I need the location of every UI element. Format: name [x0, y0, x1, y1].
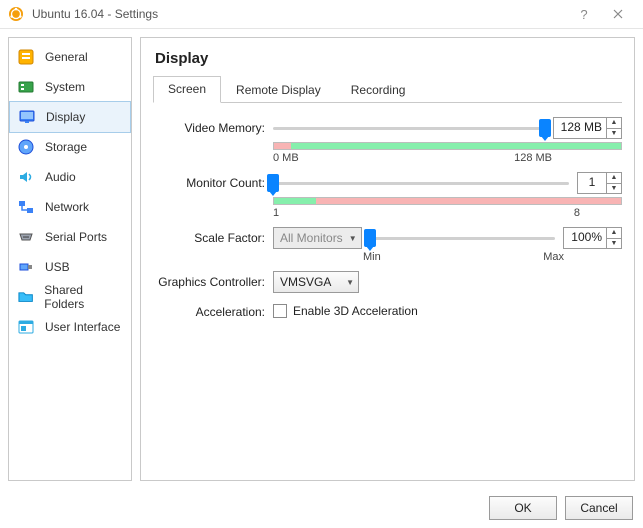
sidebar-item-shared-folders[interactable]: Shared Folders — [9, 282, 131, 312]
user-interface-icon — [17, 318, 35, 336]
app-icon — [8, 6, 24, 22]
graphics-controller-label: Graphics Controller: — [153, 271, 273, 289]
sidebar-item-label: Serial Ports — [45, 230, 107, 244]
sidebar-item-label: USB — [45, 260, 70, 274]
video-memory-max: 128 MB — [514, 152, 552, 164]
spin-up-icon[interactable]: ▲ — [607, 228, 621, 239]
video-memory-value: 128 MB — [554, 118, 606, 138]
spin-up-icon[interactable]: ▲ — [607, 173, 621, 184]
serial-ports-icon — [17, 228, 35, 246]
window-title: Ubuntu 16.04 - Settings — [32, 7, 567, 21]
sidebar-item-display[interactable]: Display — [9, 101, 131, 133]
monitor-count-label: Monitor Count: — [153, 172, 273, 190]
tab-recording[interactable]: Recording — [336, 77, 421, 103]
sidebar-item-serial-ports[interactable]: Serial Ports — [9, 222, 131, 252]
monitor-count-slider[interactable] — [273, 174, 569, 192]
storage-icon — [17, 138, 35, 156]
monitor-count-range-bar — [273, 197, 622, 205]
shared-folders-icon — [17, 288, 34, 306]
spin-down-icon[interactable]: ▼ — [607, 129, 621, 139]
spin-up-icon[interactable]: ▲ — [607, 118, 621, 129]
scale-factor-monitor-dropdown[interactable]: All Monitors ▼ — [273, 227, 362, 249]
scale-factor-slider[interactable] — [370, 229, 555, 247]
sidebar-item-audio[interactable]: Audio — [9, 162, 131, 192]
sidebar: General System Display Storage Audio Net… — [8, 37, 132, 481]
checkbox-label: Enable 3D Acceleration — [293, 304, 418, 318]
monitor-count-max: 8 — [574, 207, 580, 219]
sidebar-item-label: Shared Folders — [44, 283, 123, 311]
main-panel: Display Screen Remote Display Recording … — [140, 37, 635, 481]
monitor-count-spinbox[interactable]: 1 ▲▼ — [577, 172, 622, 194]
close-button[interactable] — [601, 0, 635, 28]
system-icon — [17, 78, 35, 96]
scale-factor-max: Max — [543, 251, 564, 263]
tab-label: Screen — [168, 82, 206, 96]
page-title: Display — [153, 46, 622, 75]
video-memory-min: 0 MB — [273, 152, 299, 164]
tab-screen[interactable]: Screen — [153, 76, 221, 103]
sidebar-item-usb[interactable]: USB — [9, 252, 131, 282]
enable-3d-acceleration-checkbox[interactable]: Enable 3D Acceleration — [273, 301, 622, 318]
monitor-count-min: 1 — [273, 207, 279, 219]
sidebar-item-label: Network — [45, 200, 89, 214]
sidebar-item-label: User Interface — [45, 320, 120, 334]
graphics-controller-dropdown[interactable]: VMSVGA ▼ — [273, 271, 359, 293]
cancel-button[interactable]: Cancel — [565, 496, 633, 520]
sidebar-item-label: Audio — [45, 170, 76, 184]
sidebar-item-system[interactable]: System — [9, 72, 131, 102]
spin-down-icon[interactable]: ▼ — [607, 184, 621, 194]
tabs: Screen Remote Display Recording — [153, 75, 622, 103]
checkbox-box — [273, 304, 287, 318]
spin-down-icon[interactable]: ▼ — [607, 239, 621, 249]
sidebar-item-label: System — [45, 80, 85, 94]
chevron-down-icon: ▼ — [349, 234, 357, 243]
sidebar-item-label: Display — [46, 110, 85, 124]
usb-icon — [17, 258, 35, 276]
scale-factor-label: Scale Factor: — [153, 227, 273, 245]
sidebar-item-user-interface[interactable]: User Interface — [9, 312, 131, 342]
audio-icon — [17, 168, 35, 186]
display-icon — [18, 108, 36, 126]
video-memory-label: Video Memory: — [153, 117, 273, 135]
dropdown-value: VMSVGA — [280, 275, 331, 289]
sidebar-item-general[interactable]: General — [9, 42, 131, 72]
video-memory-slider[interactable] — [273, 119, 545, 137]
dialog-footer: OK Cancel — [489, 496, 633, 520]
sidebar-item-network[interactable]: Network — [9, 192, 131, 222]
network-icon — [17, 198, 35, 216]
acceleration-label: Acceleration: — [153, 301, 273, 319]
tab-label: Recording — [351, 83, 406, 97]
ok-button[interactable]: OK — [489, 496, 557, 520]
video-memory-spinbox[interactable]: 128 MB ▲▼ — [553, 117, 622, 139]
titlebar: Ubuntu 16.04 - Settings ? — [0, 0, 643, 29]
sidebar-item-label: Storage — [45, 140, 87, 154]
chevron-down-icon: ▼ — [346, 278, 354, 287]
sidebar-item-storage[interactable]: Storage — [9, 132, 131, 162]
general-icon — [17, 48, 35, 66]
dropdown-value: All Monitors — [280, 231, 343, 245]
sidebar-item-label: General — [45, 50, 88, 64]
monitor-count-value: 1 — [578, 173, 606, 193]
scale-factor-min: Min — [363, 251, 381, 263]
tab-label: Remote Display — [236, 83, 321, 97]
help-button[interactable]: ? — [567, 0, 601, 28]
scale-factor-value: 100% — [564, 228, 606, 248]
tab-remote-display[interactable]: Remote Display — [221, 77, 336, 103]
video-memory-range-bar — [273, 142, 622, 150]
scale-factor-spinbox[interactable]: 100% ▲▼ — [563, 227, 622, 249]
